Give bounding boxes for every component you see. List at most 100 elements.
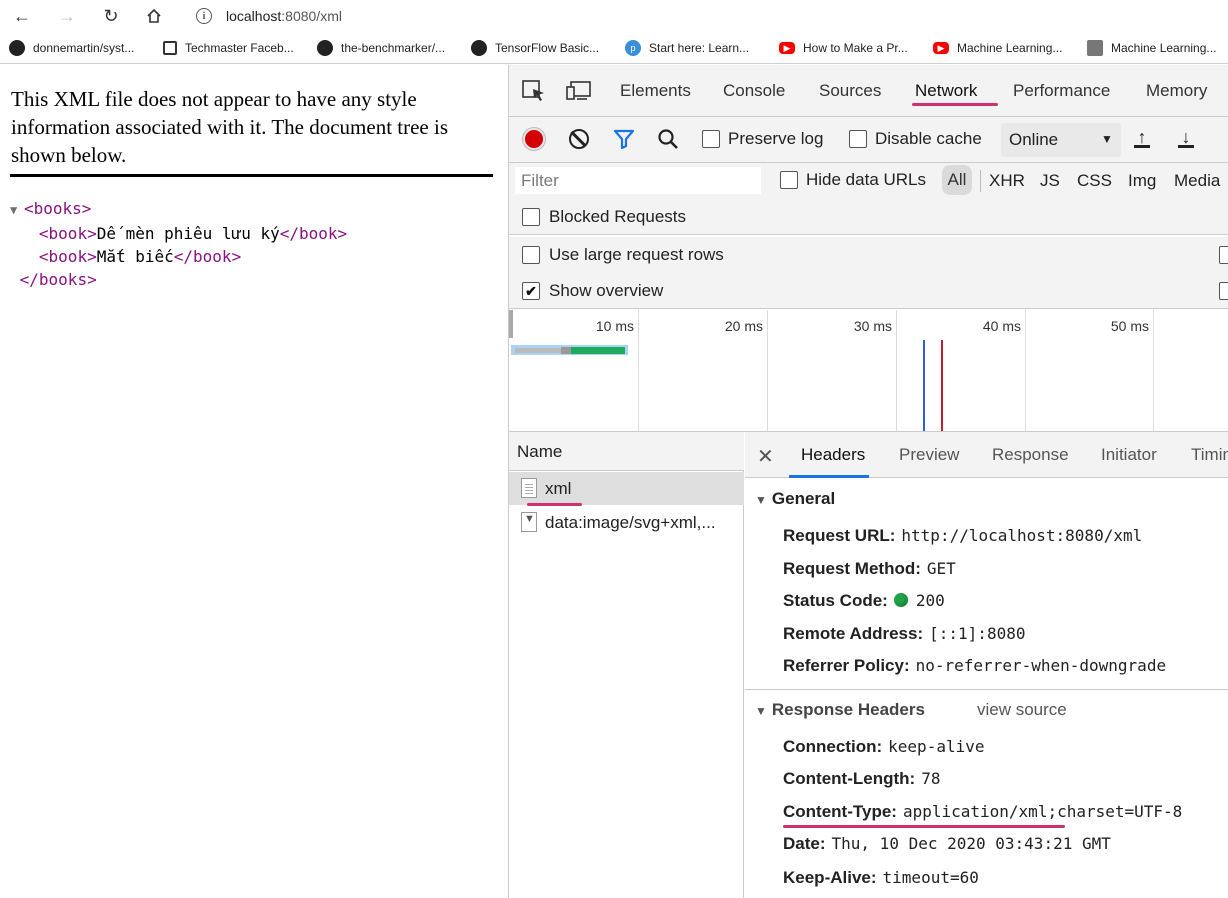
inspect-element-icon[interactable]	[521, 79, 547, 103]
bookmark-label: Techmaster Faceb...	[185, 41, 294, 55]
header-value: [::1]:8080	[929, 624, 1026, 643]
bookmark-item[interactable]: Techmaster Faceb...	[163, 39, 294, 57]
bookmark-item[interactable]: the-benchmarker/...	[317, 39, 445, 57]
tab-timing[interactable]: Timin	[1191, 445, 1228, 465]
type-filter-all[interactable]: All	[942, 165, 972, 195]
search-icon[interactable]	[657, 128, 679, 150]
youtube-icon: ▶	[933, 42, 949, 54]
type-filter-js[interactable]: JS	[1040, 171, 1060, 191]
home-icon[interactable]	[142, 4, 166, 28]
tab-sources[interactable]: Sources	[819, 81, 881, 101]
bookmark-item[interactable]: p Start here: Learn...	[625, 39, 749, 57]
bookmark-item[interactable]: donnemartin/syst...	[9, 39, 134, 57]
network-overview[interactable]: 10 ms 20 ms 30 ms 40 ms 50 ms	[509, 310, 1228, 432]
response-headers-toggle[interactable]: ▼ Response Headers	[755, 700, 925, 720]
bookmark-label: Start here: Learn...	[649, 41, 750, 55]
clear-icon[interactable]	[569, 129, 589, 149]
large-rows-label: Use large request rows	[549, 245, 724, 264]
address-bar[interactable]: i localhost:8080/xml	[184, 3, 1224, 29]
record-button[interactable]	[523, 128, 545, 150]
type-filter-css[interactable]: CSS	[1077, 171, 1112, 191]
grid-line	[896, 310, 897, 431]
type-filter-xhr[interactable]: XHR	[989, 171, 1025, 191]
general-section-toggle[interactable]: ▼ General	[755, 489, 835, 509]
tab-console[interactable]: Console	[723, 81, 785, 101]
header-key: Remote Address:	[783, 624, 924, 643]
response-headers-title: Response Headers	[771, 700, 925, 719]
site-info-icon[interactable]: i	[196, 8, 212, 24]
xml-divider	[10, 174, 493, 177]
type-filter-media[interactable]: Media	[1174, 171, 1220, 191]
export-har-icon[interactable]: ↓	[1176, 127, 1196, 151]
large-rows-row: Use large request rows	[509, 237, 1228, 273]
xml-book-line: <book>Mắt biếc</book>	[10, 245, 347, 268]
forward-arrow-icon[interactable]: →	[55, 4, 79, 28]
tab-headers[interactable]: Headers	[801, 445, 865, 465]
type-filter-img[interactable]: Img	[1128, 171, 1156, 191]
close-icon[interactable]: ✕	[757, 444, 774, 469]
throttling-select[interactable]: Online ▼	[1001, 123, 1121, 157]
collapse-triangle-icon[interactable]: ▼	[10, 199, 24, 222]
name-column-header[interactable]: Name	[509, 432, 744, 471]
tab-network[interactable]: Network	[915, 81, 977, 101]
devtools-tabbar: Elements Console Sources Network Perform…	[509, 65, 1228, 117]
bookmark-item[interactable]: ▶ Machine Learning...	[933, 39, 1062, 57]
header-value: timeout=60	[882, 868, 979, 887]
tab-response[interactable]: Response	[992, 445, 1069, 465]
tick-label: 20 ms	[724, 318, 763, 334]
blocked-requests-checkbox[interactable]	[522, 208, 540, 226]
bookmark-label: Machine Learning...	[1111, 41, 1217, 55]
headers-tab-indicator	[789, 475, 869, 478]
preserve-log-checkbox[interactable]	[702, 130, 720, 148]
expand-triangle-icon: ▼	[755, 493, 767, 507]
device-toolbar-icon[interactable]	[565, 79, 591, 103]
network-tab-highlight	[912, 103, 998, 106]
header-key: Date:	[783, 834, 826, 853]
youtube-icon: ▶	[779, 42, 795, 54]
request-row-svg[interactable]: data:image/svg+xml,...	[509, 506, 744, 539]
tab-memory[interactable]: Memory	[1146, 81, 1207, 101]
blocked-requests-label: Blocked Requests	[549, 207, 687, 226]
hide-data-urls-checkbox[interactable]	[780, 171, 798, 189]
blocked-requests-row: Blocked Requests	[509, 199, 1228, 235]
pv-icon: p	[625, 40, 641, 56]
address-url: localhost:8080/xml	[226, 8, 342, 24]
import-har-icon[interactable]: ↑	[1132, 127, 1152, 151]
tab-performance[interactable]: Performance	[1013, 81, 1110, 101]
group-by-frame-checkbox[interactable]	[1219, 246, 1228, 264]
overview-ttfb-bar	[571, 347, 625, 354]
tab-initiator[interactable]: Initiator	[1101, 445, 1157, 465]
xml-style-notice: This XML file does not appear to have an…	[11, 87, 449, 167]
name-column-label: Name	[517, 442, 563, 461]
url-path: :8080/xml	[281, 8, 342, 24]
filter-input[interactable]	[515, 167, 761, 194]
back-arrow-icon[interactable]: ←	[10, 4, 34, 28]
section-divider	[745, 689, 1228, 690]
header-value: 78	[921, 769, 941, 788]
capture-screenshots-checkbox[interactable]	[1219, 282, 1228, 300]
header-key: Request URL:	[783, 526, 896, 545]
xml-book-close-tag: </book>	[173, 247, 242, 266]
bookmark-item[interactable]: Machine Learning...	[1087, 39, 1216, 57]
filter-row: Hide data URLs All XHR JS CSS Img Media	[509, 163, 1228, 199]
bookmark-item[interactable]: TensorFlow Basic...	[471, 39, 599, 57]
request-row-xml[interactable]: xml	[509, 472, 744, 506]
tab-preview[interactable]: Preview	[899, 445, 959, 465]
throttling-value: Online	[1009, 130, 1059, 149]
disable-cache-checkbox[interactable]	[849, 130, 867, 148]
view-source-link[interactable]: view source	[977, 700, 1067, 720]
reload-icon[interactable]: ↻	[99, 4, 123, 28]
header-row: Content-Type: application/xml;charset=UTF…	[783, 802, 1182, 822]
tick-label: 40 ms	[982, 318, 1021, 334]
show-overview-checkbox[interactable]: ✔	[522, 282, 540, 300]
large-rows-checkbox[interactable]	[522, 246, 540, 264]
filter-icon[interactable]	[613, 129, 635, 150]
devtools-panel: Elements Console Sources Network Perform…	[508, 65, 1228, 898]
network-controls: Preserve log Disable cache Online ▼ ↑ ↓	[509, 117, 1228, 163]
show-overview-label: Show overview	[549, 281, 664, 300]
overview-handle[interactable]	[509, 310, 513, 338]
header-key: Status Code:	[783, 591, 888, 610]
tab-elements[interactable]: Elements	[620, 81, 691, 101]
techmaster-icon	[163, 41, 177, 55]
bookmark-item[interactable]: ▶ How to Make a Pr...	[779, 39, 908, 57]
